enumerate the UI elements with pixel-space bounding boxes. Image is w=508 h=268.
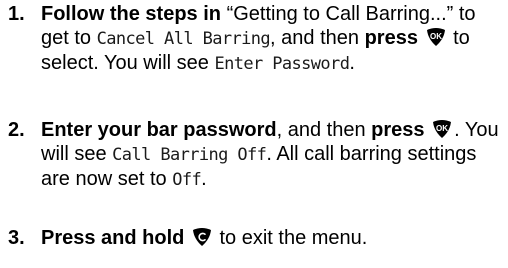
step-number: 2. [8,119,25,141]
ok-key-label: OK [430,32,442,41]
step-number: 3. [8,227,25,249]
step-text: Enter your bar password, and then press … [41,118,500,192]
instructions-page: 1. Follow the steps in “Getting to Call … [0,0,508,268]
ok-key-icon: OK [431,119,453,139]
step-text: Press and hold to exit the menu. [41,226,500,250]
step-action: Follow the steps in [41,3,222,25]
step-text-segment: . [201,168,207,190]
ok-key-label: OK [436,124,448,133]
step-text-segment: to exit the menu. [213,227,368,249]
ok-key-icon: OK [425,27,447,47]
step-text-segment: , and then [276,119,372,141]
step-1: 1. Follow the steps in “Getting to Call … [8,2,500,76]
step-2: 2. Enter your bar password, and then pre… [8,118,500,192]
step-text-segment: . [349,52,355,74]
step-text-segment [418,27,424,49]
display-text: Enter Password [214,54,350,74]
step-number: 1. [8,3,25,25]
c-key-icon [191,227,213,247]
step-text-segment: , and then [270,27,365,49]
step-action: Press and hold [41,227,185,249]
step-action: press [364,27,418,49]
display-text: Call Barring Off [112,145,267,165]
display-text: Off [172,170,202,190]
display-text: Cancel All Barring [96,29,271,49]
step-action: press [371,119,425,141]
step-3: 3. Press and hold to exit the menu. [8,226,500,250]
step-text: Follow the steps in “Getting to Call Bar… [41,2,500,76]
step-action: Enter your bar password [41,119,277,141]
